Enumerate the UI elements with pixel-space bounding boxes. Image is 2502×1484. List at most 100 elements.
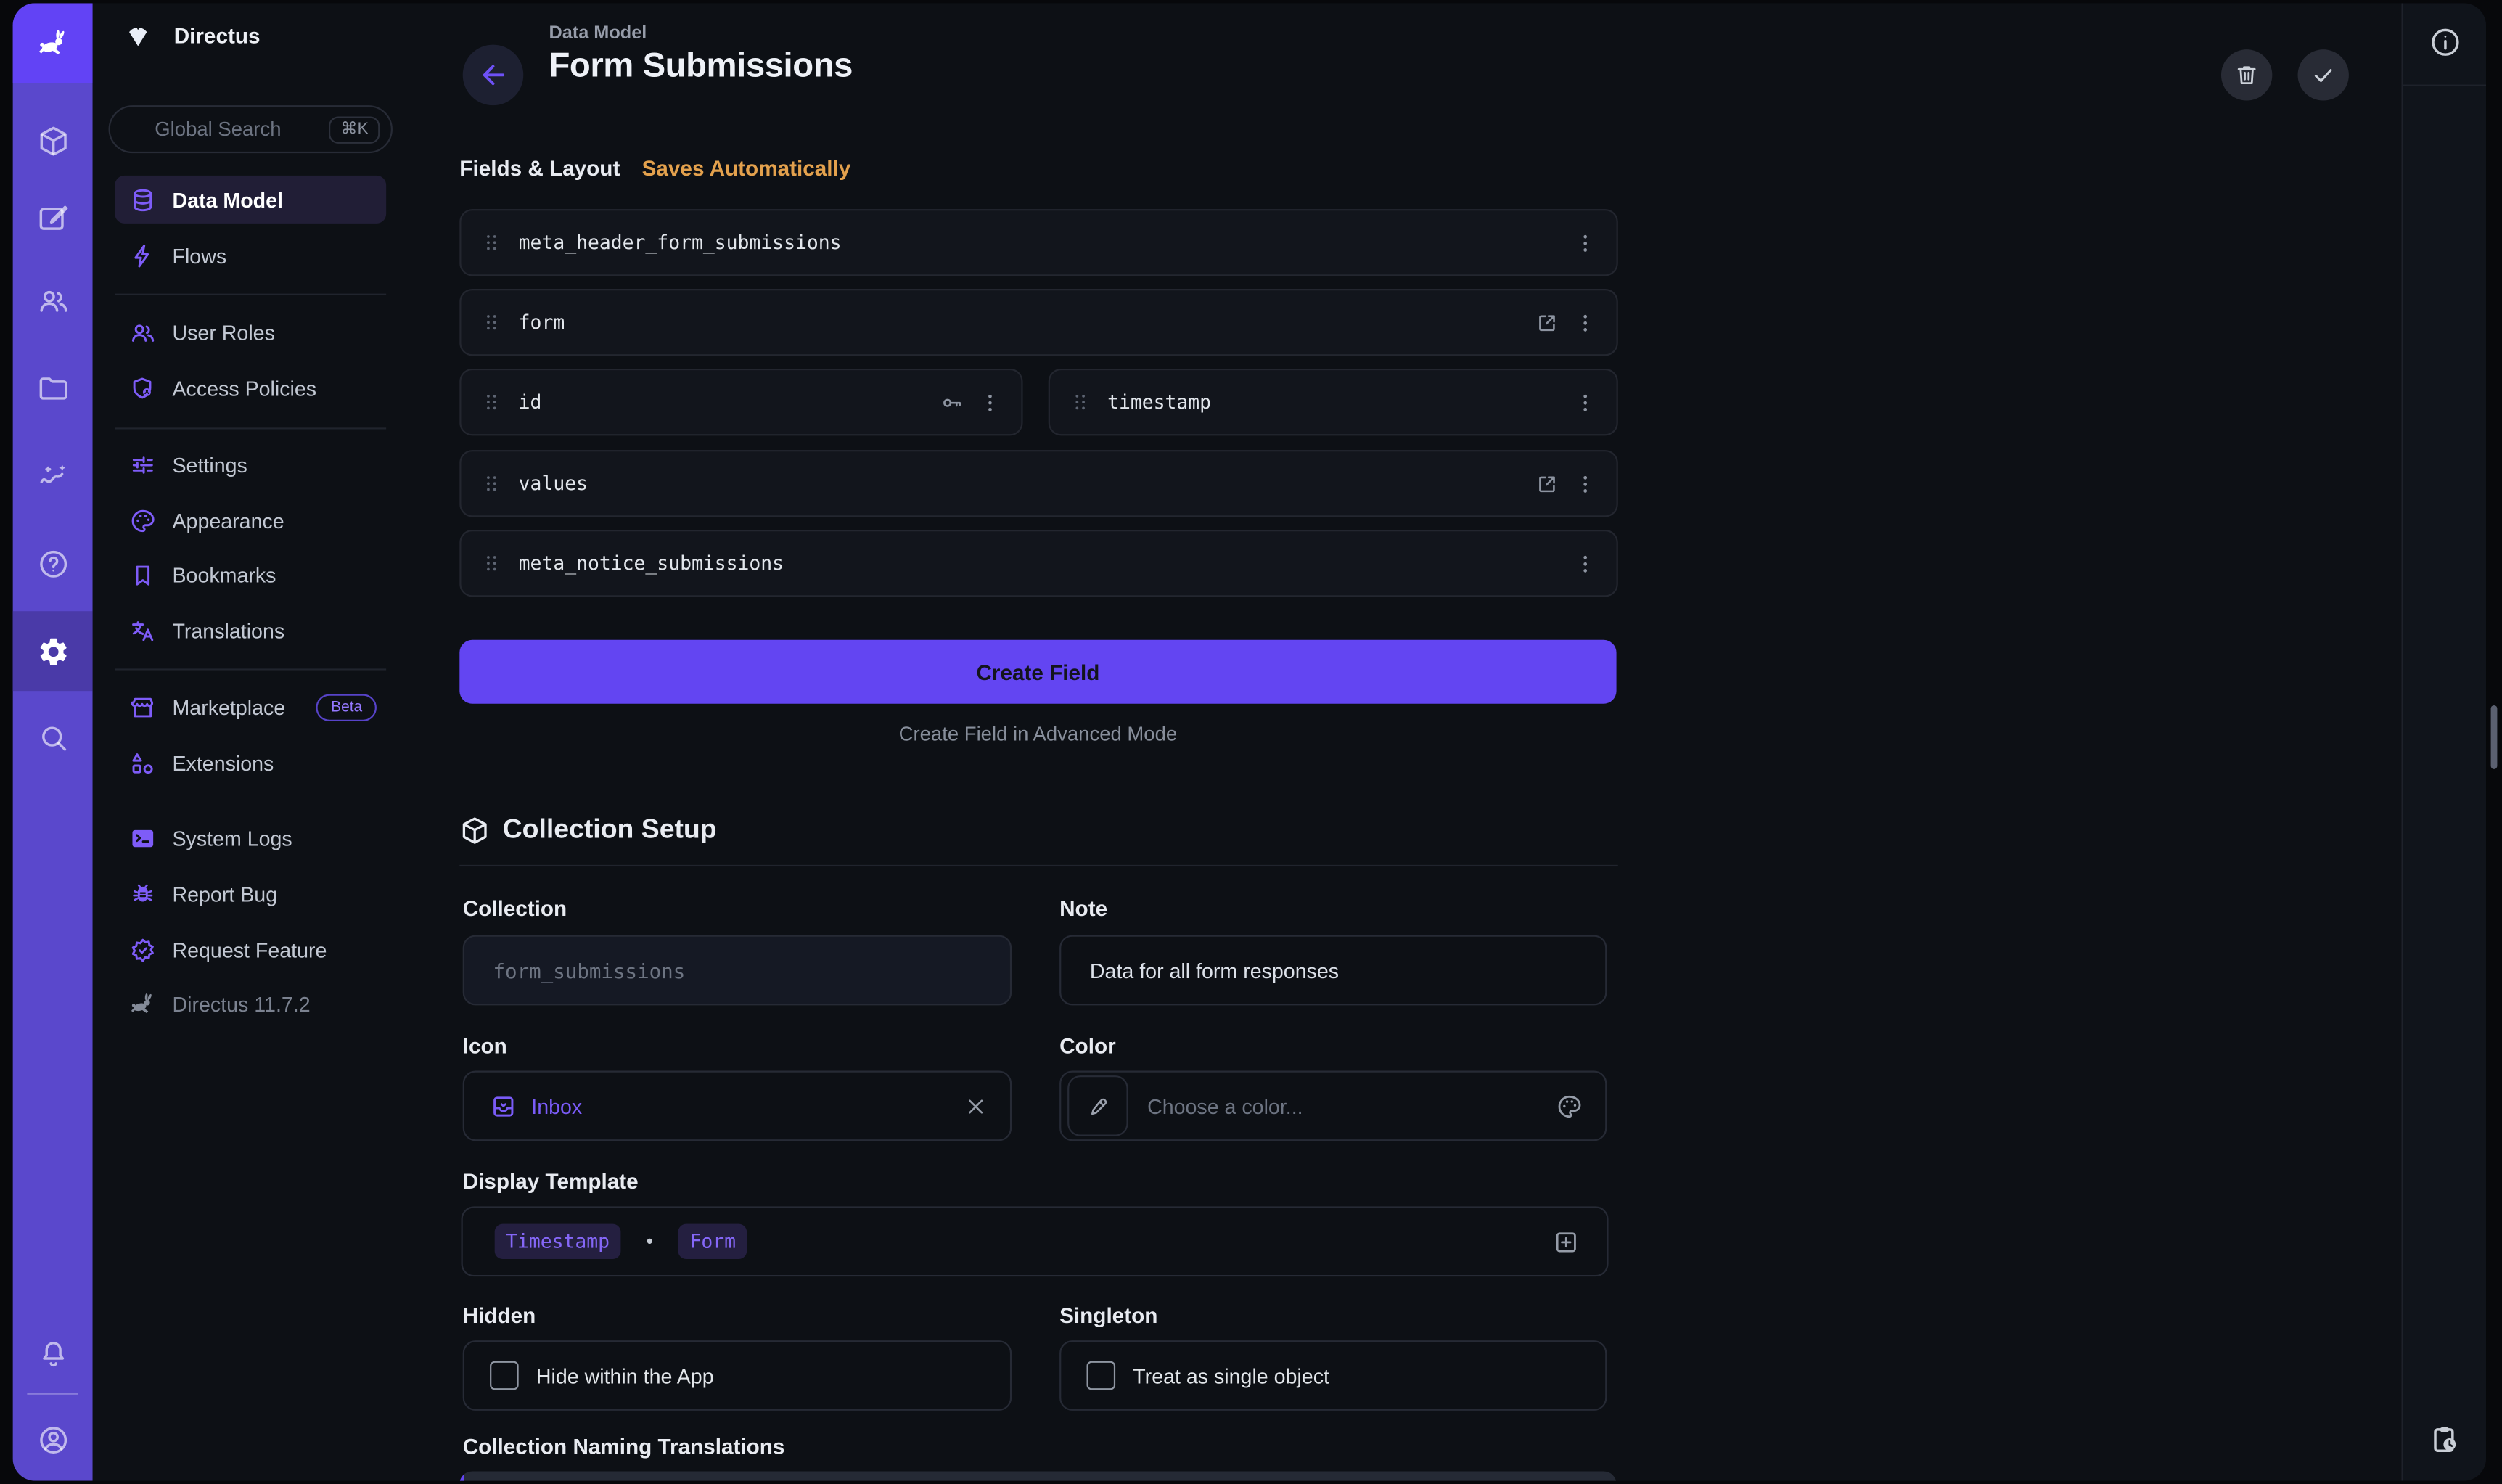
module-content[interactable]: [13, 102, 93, 179]
kebab-menu-icon[interactable]: [1573, 231, 1597, 255]
terminal-icon: [129, 824, 156, 851]
collection-input[interactable]: form_submissions: [463, 935, 1012, 1006]
open-in-new-icon[interactable]: [1535, 472, 1559, 496]
open-in-new-icon[interactable]: [1535, 311, 1559, 335]
kebab-menu-icon[interactable]: [1573, 390, 1597, 414]
module-logo[interactable]: [13, 3, 93, 83]
drag-handle-icon[interactable]: [480, 391, 503, 414]
sidebar-item-report-bug[interactable]: Report Bug: [115, 869, 386, 917]
note-input[interactable]: Data for all form responses: [1059, 935, 1607, 1006]
sidebar-item-request-feature[interactable]: Request Feature: [115, 925, 386, 973]
icon-input[interactable]: Inbox: [463, 1071, 1012, 1141]
sidebar-item-label: Appearance: [172, 508, 284, 532]
collection-value: form_submissions: [493, 958, 685, 982]
bug-icon: [129, 880, 156, 907]
bolt-icon: [129, 242, 156, 268]
create-field-button[interactable]: Create Field: [459, 640, 1616, 704]
field-row[interactable]: id: [459, 369, 1022, 435]
save-button[interactable]: [2298, 49, 2349, 100]
close-icon[interactable]: [964, 1094, 988, 1118]
activity-sidebar-button[interactable]: [2429, 1423, 2461, 1455]
palette-icon: [129, 507, 156, 533]
page-title: Form Submissions: [549, 46, 853, 86]
sidebar-item-data-model[interactable]: Data Model: [115, 176, 386, 224]
window-scrollbar-thumb[interactable]: [2491, 705, 2498, 769]
kebab-menu-icon[interactable]: [1573, 311, 1597, 335]
singleton-label: Singleton: [1059, 1304, 1157, 1328]
field-name: values: [519, 472, 588, 495]
module-help[interactable]: [13, 525, 93, 602]
drag-handle-icon[interactable]: [480, 552, 503, 575]
sidebar-item-extensions[interactable]: Extensions: [115, 739, 386, 787]
module-bar-divider: [27, 1393, 78, 1395]
create-field-label: Create Field: [976, 660, 1099, 684]
field-row[interactable]: values: [459, 450, 1617, 517]
sidebar-item-label: Settings: [172, 452, 247, 476]
arrow-left-icon: [477, 59, 509, 91]
hidden-checkbox[interactable]: [490, 1361, 519, 1390]
sidebar-item-settings[interactable]: Settings: [115, 440, 386, 488]
module-insights[interactable]: [13, 438, 93, 515]
sidebar-item-translations[interactable]: Translations: [115, 607, 386, 655]
right-sidebar: [2401, 3, 2486, 1480]
translations-interface-partial[interactable]: [459, 1471, 1616, 1480]
app-window: Directus Global Search ⌘K Data Model Flo…: [13, 3, 2486, 1480]
collection-naming-translations-label: Collection Naming Translations: [463, 1435, 785, 1459]
delete-button[interactable]: [2221, 49, 2272, 100]
sidebar-item-access-policies[interactable]: Access Policies: [115, 364, 386, 411]
field-name: meta_notice_submissions: [519, 552, 784, 575]
sidebar-item-label: Data Model: [172, 187, 282, 211]
sidebar-item-label: User Roles: [172, 320, 274, 344]
icon-value: Inbox: [531, 1094, 582, 1118]
fields-layout-title: Fields & Layout: [459, 157, 620, 181]
module-editor[interactable]: [13, 179, 93, 255]
drag-handle-icon[interactable]: [1069, 391, 1091, 414]
module-settings[interactable]: [13, 611, 93, 691]
sidebar-item-flows[interactable]: Flows: [115, 231, 386, 279]
drag-handle-icon[interactable]: [480, 311, 503, 334]
field-row[interactable]: meta_notice_submissions: [459, 530, 1617, 597]
inbox-icon: [490, 1092, 517, 1119]
display-template-input[interactable]: Timestamp • Form: [462, 1206, 1609, 1276]
module-users[interactable]: [13, 262, 93, 339]
module-files[interactable]: [13, 350, 93, 427]
project-header[interactable]: Directus: [125, 22, 261, 49]
sidebar-item-bookmarks[interactable]: Bookmarks: [115, 551, 386, 599]
kebab-menu-icon[interactable]: [1573, 472, 1597, 496]
gem-icon: [125, 22, 152, 49]
add-box-icon[interactable]: [1553, 1228, 1580, 1255]
beta-badge: Beta: [316, 693, 377, 720]
color-input[interactable]: Choose a color...: [1059, 1071, 1607, 1141]
drag-handle-icon[interactable]: [480, 472, 503, 495]
sidebar-item-system-logs[interactable]: System Logs: [115, 813, 386, 861]
nav-divider: [115, 294, 386, 295]
global-search-input[interactable]: Global Search ⌘K: [109, 105, 393, 153]
sidebar-item-marketplace[interactable]: Marketplace Beta: [115, 683, 386, 731]
drag-handle-icon[interactable]: [480, 231, 503, 254]
module-notifications[interactable]: [13, 1315, 93, 1392]
template-chip[interactable]: Form: [678, 1224, 747, 1259]
saves-automatically-hint: Saves Automatically: [642, 157, 851, 181]
field-row[interactable]: meta_header_form_submissions: [459, 209, 1617, 276]
sidebar-item-version: Directus 11.7.2: [115, 980, 386, 1028]
module-search[interactable]: [13, 699, 93, 776]
kebab-menu-icon[interactable]: [1573, 552, 1597, 575]
info-sidebar-button[interactable]: [2429, 25, 2462, 59]
back-button[interactable]: [463, 45, 524, 106]
nav-divider: [115, 427, 386, 429]
kebab-menu-icon[interactable]: [978, 390, 1002, 414]
breadcrumb[interactable]: Data Model: [549, 24, 647, 43]
storefront-icon: [129, 693, 156, 720]
create-field-advanced-link[interactable]: Create Field in Advanced Mode: [459, 723, 1616, 745]
eyedropper-button[interactable]: [1067, 1075, 1128, 1136]
palette-icon[interactable]: [1556, 1092, 1583, 1119]
module-account[interactable]: [13, 1401, 93, 1478]
field-row[interactable]: timestamp: [1049, 369, 1618, 435]
singleton-checkbox[interactable]: [1087, 1361, 1116, 1390]
sidebar-item-appearance[interactable]: Appearance: [115, 496, 386, 544]
template-chip[interactable]: Timestamp: [495, 1224, 621, 1259]
box-icon: [459, 815, 490, 845]
bookmark-icon: [129, 561, 156, 588]
sidebar-item-user-roles[interactable]: User Roles: [115, 308, 386, 356]
field-row[interactable]: form: [459, 289, 1617, 356]
